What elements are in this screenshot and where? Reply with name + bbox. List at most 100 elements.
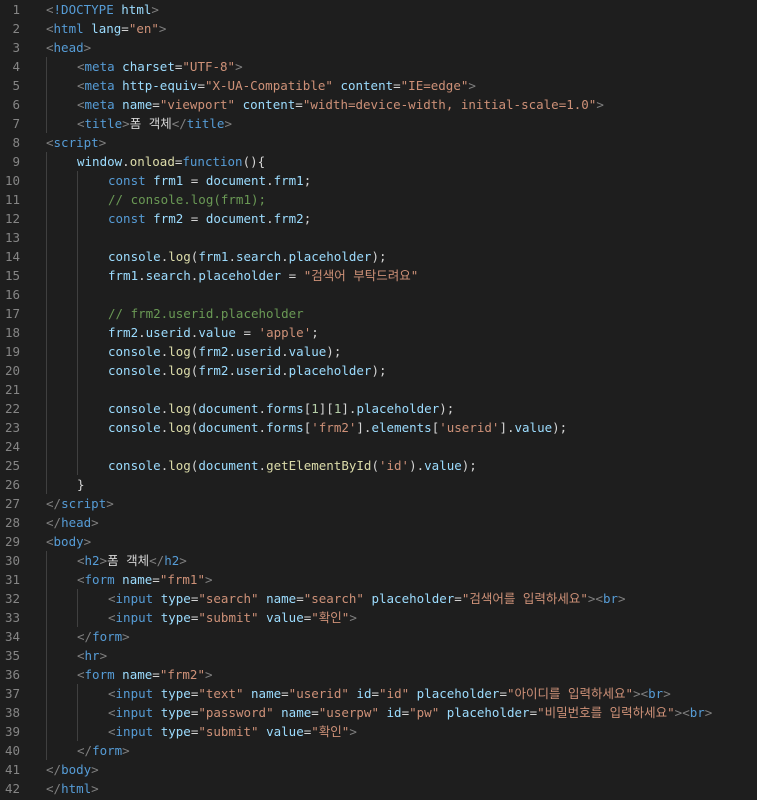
line-number: 21 (4, 382, 20, 397)
code-line[interactable]: 41 </body> (0, 760, 757, 779)
line-number: 39 (4, 724, 20, 739)
code-line[interactable]: 4 <meta charset="UTF-8"> (0, 57, 757, 76)
code-line[interactable]: 23 console.log(document.forms['frm2'].ele… (0, 418, 757, 437)
code-token: ][ (318, 401, 334, 416)
code-editor[interactable]: 1 <!DOCTYPE html> 2 <html lang="en"> 3 <head>… (0, 0, 757, 800)
code-line[interactable]: 39 <input type="submit" value="확인"> (0, 722, 757, 741)
code-content: <input type="search" name="search" place… (108, 589, 626, 608)
line-number: 42 (4, 781, 20, 796)
code-line[interactable]: 34 </form> (0, 627, 757, 646)
code-content: </form> (77, 627, 130, 646)
line-number: 40 (4, 743, 20, 758)
code-token: ); (371, 363, 387, 378)
code-line[interactable]: 30 <h2>폼 객체</h2> (0, 551, 757, 570)
indent-guide (46, 95, 47, 114)
code-line[interactable]: 3 <head> (0, 38, 757, 57)
code-token: . (228, 363, 236, 378)
code-token: > (204, 572, 213, 587)
code-line[interactable]: 33 <input type="submit" value="확인"> (0, 608, 757, 627)
code-token: . (138, 268, 146, 283)
code-token: input (115, 686, 154, 701)
code-token: value (266, 610, 304, 625)
code-line[interactable]: 22 console.log(document.forms[1][1].place… (0, 399, 757, 418)
code-content: <meta name="viewport" content="width=dev… (77, 95, 604, 114)
code-token: br (689, 705, 705, 720)
code-line[interactable]: 14 console.log(frm1.search.placeholder); (0, 247, 757, 266)
code-line[interactable]: 40 </form> (0, 741, 757, 760)
code-line[interactable]: 7 <title>폼 객체</title> (0, 114, 757, 133)
code-token: value (288, 344, 327, 359)
code-line[interactable]: 1 <!DOCTYPE html> (0, 0, 757, 19)
code-token: = (197, 78, 205, 93)
code-content: console.log(frm1.search.placeholder); (108, 247, 387, 266)
code-token: 'frm2' (311, 420, 357, 435)
code-token: frm2 (198, 363, 229, 378)
code-token: meta (84, 59, 115, 74)
code-token: > (91, 515, 99, 530)
code-line[interactable]: 8 <script> (0, 133, 757, 152)
code-token: getElementById (266, 458, 372, 473)
code-token: < (108, 686, 116, 701)
code-line[interactable]: 11 // console.log(frm1); (0, 190, 757, 209)
code-line[interactable]: 17 // frm2.userid.placeholder (0, 304, 757, 323)
code-line[interactable]: 2 <html lang="en"> (0, 19, 757, 38)
code-content: <form name="frm2"> (77, 665, 213, 684)
indent-guide (77, 209, 78, 228)
code-token: // frm2.userid.placeholder (108, 306, 304, 321)
code-line[interactable]: 32 <input type="search" name="search" pla… (0, 589, 757, 608)
code-line[interactable]: 10 const frm1 = document.frm1; (0, 171, 757, 190)
code-line[interactable]: 24 (0, 437, 757, 456)
code-line[interactable]: 16 (0, 285, 757, 304)
code-token: < (46, 21, 54, 36)
code-line[interactable]: 38 <input type="password" name="userpw" i… (0, 703, 757, 722)
code-content: <input type="password" name="userpw" id=… (108, 703, 712, 722)
indent-guide (46, 342, 47, 361)
indent-guide (46, 684, 47, 703)
line-number: 35 (4, 648, 20, 663)
indent-guide (46, 475, 47, 494)
code-line[interactable]: 5 <meta http-equiv="X-UA-Compatible" cont… (0, 76, 757, 95)
code-line[interactable]: 12 const frm2 = document.frm2; (0, 209, 757, 228)
indent-guide (77, 228, 78, 247)
code-token: < (640, 686, 649, 701)
code-token: type (160, 686, 191, 701)
code-line[interactable]: 13 (0, 228, 757, 247)
code-token: > (122, 116, 130, 131)
code-line[interactable]: 35 <hr> (0, 646, 757, 665)
code-token: forms (266, 420, 304, 435)
code-content: console.log(frm2.userid.value); (108, 342, 341, 361)
code-token: = (152, 667, 160, 682)
code-line[interactable]: 31 <form name="frm1"> (0, 570, 757, 589)
code-line[interactable]: 9 window.onload=function(){ (0, 152, 757, 171)
code-line[interactable]: 37 <input type="text" name="userid" id="i… (0, 684, 757, 703)
code-line[interactable]: 26} (0, 475, 757, 494)
indent-guide (46, 437, 47, 456)
code-token: . (266, 211, 274, 226)
code-token: frm2 (198, 344, 229, 359)
code-line[interactable]: 25 console.log(document.getElementById('i… (0, 456, 757, 475)
code-line[interactable]: 27 </script> (0, 494, 757, 513)
code-token: ); (326, 344, 342, 359)
code-token: form (92, 629, 123, 644)
code-line[interactable]: 20 console.log(frm2.userid.placeholder); (0, 361, 757, 380)
code-token: ); (552, 420, 568, 435)
code-line[interactable]: 6 <meta name="viewport" content="width=de… (0, 95, 757, 114)
code-line[interactable]: 42 </html> (0, 779, 757, 798)
code-line[interactable]: 19 console.log(frm2.userid.value); (0, 342, 757, 361)
code-content: <script> (46, 133, 106, 152)
line-number: 28 (4, 515, 20, 530)
code-line[interactable]: 15 frm1.search.placeholder = "검색어 부탁드려요" (0, 266, 757, 285)
code-line[interactable]: 28 </head> (0, 513, 757, 532)
code-token: // console.log(frm1); (108, 192, 267, 207)
code-line[interactable]: 18 frm2.userid.value = 'apple'; (0, 323, 757, 342)
code-line[interactable]: 21 (0, 380, 757, 399)
code-token: lang (91, 21, 122, 36)
code-token: value (424, 458, 462, 473)
code-token: = (152, 572, 160, 587)
code-token: < (108, 724, 116, 739)
code-token: "search" (198, 591, 259, 606)
code-line[interactable]: 36 <form name="frm2"> (0, 665, 757, 684)
code-token: "비밀번호를 입력하세요" (537, 705, 675, 720)
code-line[interactable]: 29 <body> (0, 532, 757, 551)
code-token: console (108, 363, 161, 378)
